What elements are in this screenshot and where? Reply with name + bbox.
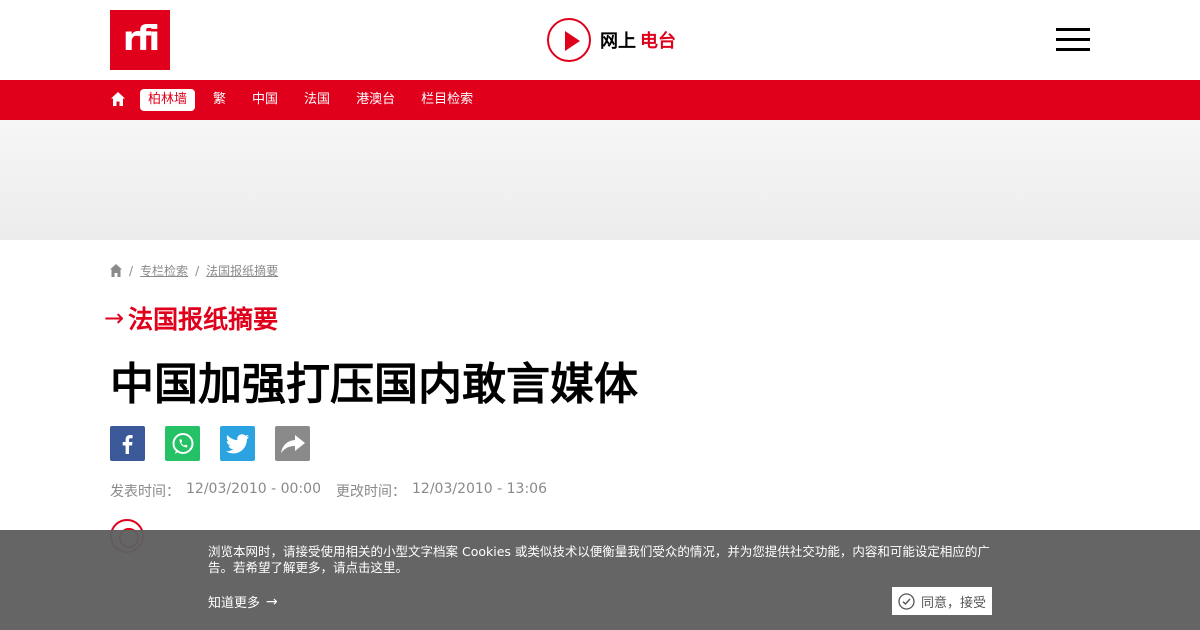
accept-cookies-button[interactable]: 同意，接受: [892, 587, 992, 615]
learn-more-label: 知道更多: [208, 596, 261, 611]
section-link[interactable]: → 法国报纸摘要: [104, 300, 278, 336]
play-icon[interactable]: [547, 18, 591, 62]
breadcrumb-home-icon[interactable]: [110, 264, 122, 277]
nav-item-hk-macau-taiwan[interactable]: 港澳台: [356, 89, 395, 111]
cookie-banner: 浏览本网时，请接受使用相关的小型文字档案 Cookies 或类似技术以便衡量我们…: [0, 530, 1200, 630]
check-circle-icon: [898, 592, 915, 610]
live-radio-link[interactable]: 网上 电台: [547, 18, 676, 62]
breadcrumb-separator: /: [129, 263, 134, 278]
facebook-icon[interactable]: [110, 426, 145, 461]
breadcrumb: / 专栏检索 / 法国报纸摘要: [110, 262, 278, 279]
rfi-logo[interactable]: rfi: [110, 10, 170, 70]
ad-banner-area: [0, 120, 1200, 240]
nav-item-column-search[interactable]: 栏目检索: [421, 89, 473, 111]
nav-item-france[interactable]: 法国: [304, 89, 330, 111]
main-nav: 柏林墙 繁 中国 法国 港澳台 栏目检索: [0, 80, 1200, 120]
share-bar: [110, 426, 330, 461]
learn-more-link[interactable]: 知道更多 →: [208, 592, 278, 612]
updated-label: 更改时间：: [336, 484, 406, 500]
published-date: 12/03/2010 - 00:00: [186, 481, 321, 497]
accept-label: 同意，接受: [920, 595, 986, 611]
updated-date: 12/03/2010 - 13:06: [412, 481, 547, 497]
whatsapp-icon[interactable]: [165, 426, 200, 461]
article-dates: 发表时间： 12/03/2010 - 00:00 更改时间： 12/03/201…: [110, 481, 547, 501]
nav-item-traditional[interactable]: 繁: [213, 89, 226, 111]
twitter-icon[interactable]: [220, 426, 255, 461]
section-title: 法国报纸摘要: [128, 305, 279, 334]
menu-icon[interactable]: [1056, 28, 1090, 52]
nav-item-china[interactable]: 中国: [252, 89, 278, 111]
breadcrumb-link[interactable]: 专栏检索: [140, 262, 188, 279]
radio-label-accent: 电台: [640, 31, 676, 52]
cookie-notice-text: 浏览本网时，请接受使用相关的小型文字档案 Cookies 或类似技术以便衡量我们…: [208, 544, 990, 575]
radio-label-text: 网上: [600, 31, 636, 52]
radio-label[interactable]: 网上 电台: [600, 27, 676, 53]
breadcrumb-link[interactable]: 法国报纸摘要: [206, 262, 278, 279]
breadcrumb-separator: /: [195, 263, 200, 278]
published-label: 发表时间：: [110, 484, 180, 500]
site-header: rfi 网上 电台: [0, 0, 1200, 80]
share-icon[interactable]: [275, 426, 310, 461]
arrow-right-icon: →: [266, 593, 278, 610]
home-icon[interactable]: [110, 91, 126, 107]
arrow-right-icon: →: [104, 304, 125, 332]
nav-item-berlin-wall[interactable]: 柏林墙: [140, 89, 196, 111]
article-title: 中国加强打压国内敢言媒体: [110, 359, 638, 410]
